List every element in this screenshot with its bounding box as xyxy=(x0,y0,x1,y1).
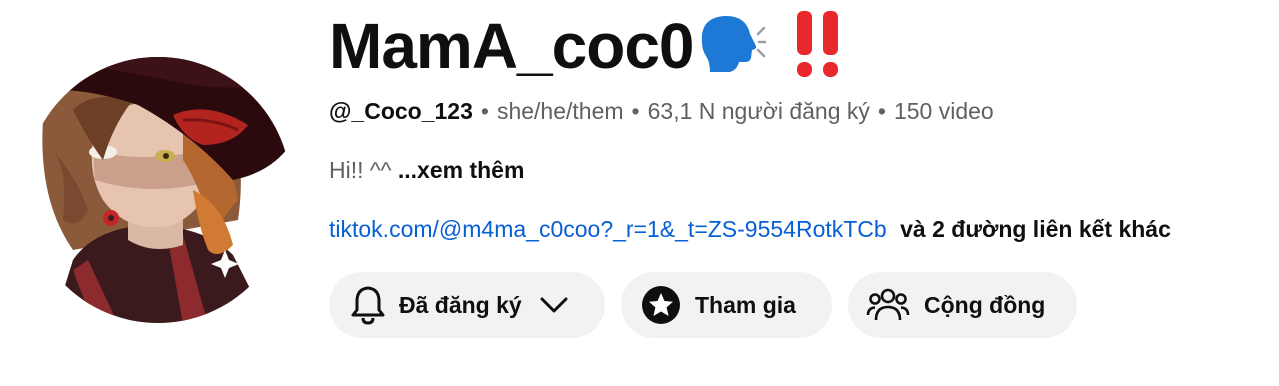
channel-links: tiktok.com/@m4ma_c0coo?_r=1&_t=ZS-9554Ro… xyxy=(329,216,1171,243)
star-badge-icon xyxy=(641,285,681,325)
separator-dot: • xyxy=(631,98,640,124)
separator-dot: • xyxy=(480,98,489,124)
tiktok-link[interactable]: tiktok.com/@m4ma_c0coo?_r=1&_t=ZS-9554Ro… xyxy=(329,216,887,242)
avatar-image xyxy=(33,57,291,323)
channel-pronouns: she/he/them xyxy=(496,98,624,124)
subscribed-label: Đã đăng ký xyxy=(399,291,522,318)
bell-icon xyxy=(351,285,385,325)
join-label: Tham gia xyxy=(695,291,796,318)
subscriber-count: 63,1 N người đăng ký xyxy=(647,98,870,124)
community-label: Cộng đồng xyxy=(924,291,1046,318)
more-links-button[interactable]: và 2 đường liên kết khác xyxy=(900,216,1171,242)
speaking-head-emoji-icon xyxy=(696,12,767,81)
subscribed-button[interactable]: Đã đăng ký xyxy=(329,272,605,338)
join-button[interactable]: Tham gia xyxy=(621,272,832,338)
separator-dot: • xyxy=(877,98,886,124)
community-button[interactable]: Cộng đồng xyxy=(848,272,1077,338)
people-icon xyxy=(866,286,910,324)
description-more-link[interactable]: ...xem thêm xyxy=(398,157,525,183)
video-count: 150 video xyxy=(893,98,994,124)
channel-description[interactable]: Hi!! ^^ ...xem thêm xyxy=(329,157,524,184)
channel-avatar[interactable] xyxy=(33,30,301,324)
channel-handle[interactable]: @_Coco_123 xyxy=(329,98,473,125)
channel-name: MamA_coc0 xyxy=(329,10,694,82)
chevron-down-icon xyxy=(540,296,568,314)
description-text: Hi!! ^^ xyxy=(329,157,392,183)
double-exclamation-emoji-icon xyxy=(794,9,842,84)
channel-meta: @_Coco_123 • she/he/them • 63,1 N người … xyxy=(329,98,994,125)
channel-title: MamA_coc0 xyxy=(329,8,842,84)
action-buttons: Đã đăng ký Tham gia Cộng đồng xyxy=(329,272,1093,338)
